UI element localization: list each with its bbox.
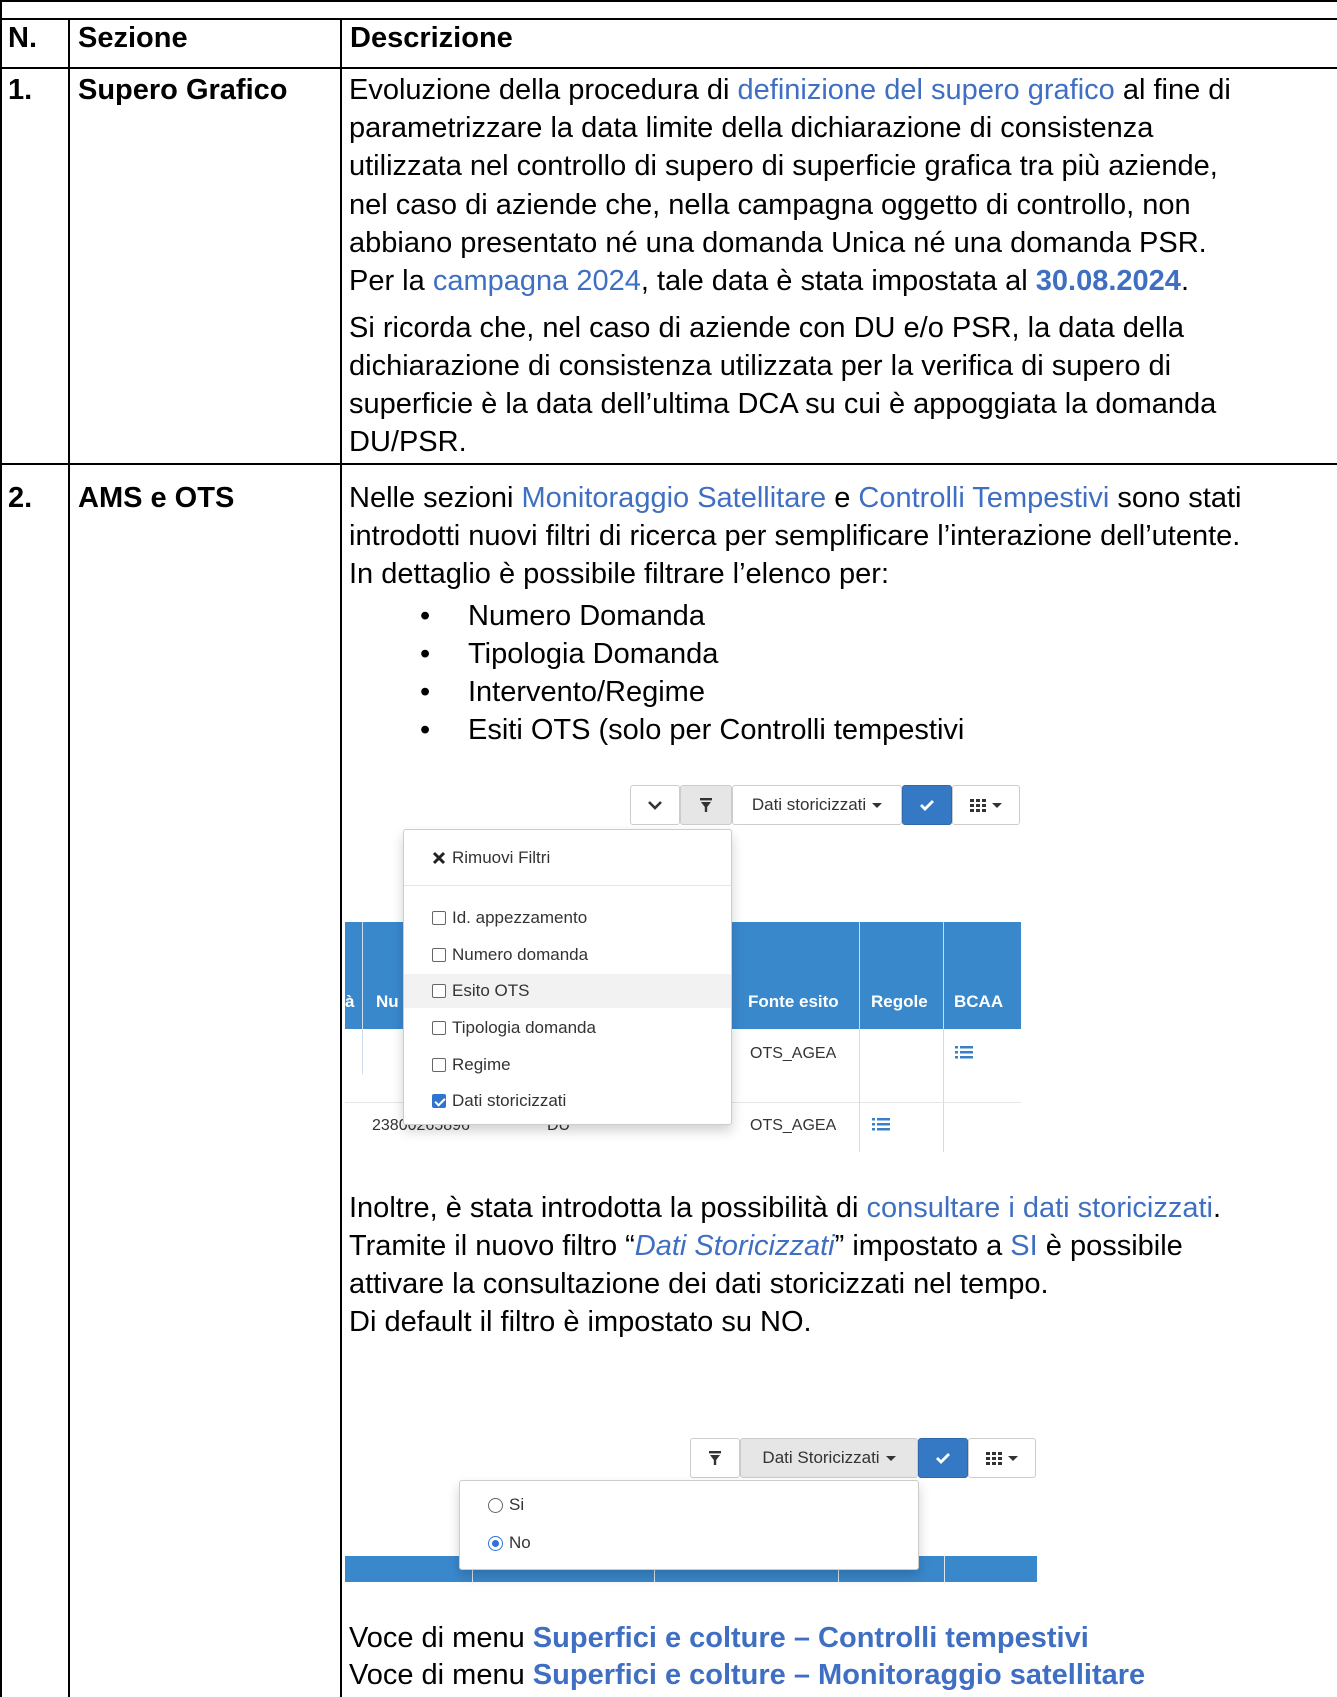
filter-option-id-appezzamento[interactable]: Id. appezzamento [404,901,731,935]
row1-para2-line3: superficie è la data dell’ultima DCA su … [349,388,1217,420]
header-n: N. [8,22,37,54]
close-icon [432,851,446,865]
chevron-down-icon [648,801,662,810]
menu-path-2: Voce di menu Superfici e colture – Monit… [349,1659,1146,1691]
header-regole: Regole [871,992,928,1011]
apply-button[interactable] [902,785,952,825]
filter-option-regime[interactable]: Regime [404,1048,731,1082]
row2-more-line2: Tramite il nuovo filtro “Dati Storicizza… [349,1230,1183,1262]
table-cell: OTS_AGEA [750,1045,837,1062]
link-controlli-tempestivi[interactable]: Controlli Tempestivi [858,482,1109,514]
table-border-col1 [68,18,70,1697]
list-icon[interactable] [955,1045,973,1061]
option-si[interactable]: Si [460,1487,918,1523]
checkbox[interactable] [432,1021,446,1035]
row1-para2-line2: dichiarazione di consistenza utilizzata … [349,350,1172,382]
row-number: 2. [8,482,33,514]
row1-para1-line3: utilizzata nel controllo di supero di su… [349,150,1218,182]
filter-option-tipologia-domanda[interactable]: Tipologia domanda [404,1011,731,1045]
list-item: Esiti OTS (solo per Controlli tempestivi [420,712,964,748]
filter-bullet-list: Numero Domanda Tipologia Domanda Interve… [420,598,964,750]
table-cell: OTS_AGEA [750,1117,837,1134]
radio[interactable] [488,1497,503,1513]
header-fonte-esito: Fonte esito [748,992,839,1011]
remove-filters-item[interactable]: Rimuovi Filtri [404,841,731,875]
row2-intro-line2: introdotti nuovi filtri di ricerca per s… [349,520,1241,552]
link-definizione-supero[interactable]: definizione del supero grafico [738,74,1115,106]
row-section-title: Supero Grafico [78,74,288,106]
header-partial-nu: Nu [376,992,399,1011]
apply-button[interactable] [918,1438,968,1478]
link-campagna-2024[interactable]: campagna 2024 [433,265,641,297]
list-item: Intervento/Regime [420,674,964,710]
columns-button[interactable] [952,785,1020,825]
row2-more-line1: Inoltre, è stata introdotta la possibili… [349,1192,1222,1224]
table-border-top [0,0,1337,2]
row1-para1-line1: Evoluzione della procedura di definizion… [349,74,1231,106]
row-number: 1. [8,74,33,106]
list-item: Numero Domanda [420,598,964,634]
option-no[interactable]: No [460,1525,918,1561]
date-value: 30.08.2024 [1035,265,1181,297]
historic-data-dropdown[interactable]: Dati Storicizzati [740,1438,918,1478]
list-item: Tipologia Domanda [420,636,964,672]
row1-para1-line5: abbiano presentato né una domanda Unica … [349,227,1207,259]
filter-button[interactable] [680,785,732,825]
table-border-col2 [340,18,342,1697]
header-section: Sezione [78,22,188,54]
header-partial-a: à [345,992,355,1011]
check-icon [920,800,934,811]
radio-selected[interactable] [488,1535,503,1551]
checkbox[interactable] [432,911,446,925]
row1-para2-line4: DU/PSR. [349,426,467,458]
row1-para1-line4: nel caso di aziende che, nella campagna … [349,189,1191,221]
expand-button[interactable] [630,785,680,825]
columns-button[interactable] [968,1438,1036,1478]
row2-more-line3: attivare la consultazione dei dati stori… [349,1268,1049,1300]
row2-intro-line3: In dettaglio è possibile filtrare l’elen… [349,558,890,590]
filter-icon [700,798,712,812]
check-icon [936,1453,950,1464]
row2-intro-line1: Nelle sezioni Monitoraggio Satellitare e… [349,482,1242,514]
filter-option-dati-storicizzati[interactable]: Dati storicizzati [404,1084,731,1118]
checkbox[interactable] [432,948,446,962]
link-dati-storicizzati[interactable]: consultare i dati storicizzati [866,1192,1213,1224]
row1-para1-line6: Per la campagna 2024, tale data è stata … [349,265,1190,297]
menu-path-1: Voce di menu Superfici e colture – Contr… [349,1622,1089,1654]
checkbox[interactable] [432,1058,446,1072]
historic-data-dropdown[interactable]: Dati storicizzati [732,785,902,825]
table-border-header-bottom [0,67,1337,69]
header-bcaa: BCAA [954,992,1004,1011]
checkbox[interactable] [432,984,446,998]
link-monitoraggio-satellitare[interactable]: Monitoraggio Satellitare [521,482,826,514]
filter-option-esito-ots[interactable]: Esito OTS [404,974,731,1008]
filter-icon [709,1451,721,1465]
row1-para1-line2: parametrizzare la data limite della dich… [349,112,1154,144]
filter-button[interactable] [690,1438,740,1478]
filter-option-numero-domanda[interactable]: Numero domanda [404,938,731,972]
table-border-row1-bottom [0,463,1337,465]
table-border-left [0,0,2,1697]
filter-dropdown-menu: Rimuovi Filtri Id. appezzamento Numero d… [403,829,732,1125]
table-border-header-top [0,18,1337,20]
row1-para2-line1: Si ricorda che, nel caso di aziende con … [349,312,1185,344]
row-section-title: AMS e OTS [78,482,235,514]
checkbox-checked[interactable] [432,1094,446,1108]
list-icon[interactable] [872,1117,890,1133]
header-description: Descrizione [350,22,513,54]
historic-data-options: Si No [459,1480,919,1570]
row2-more-line4: Di default il filtro è impostato su NO. [349,1306,812,1338]
